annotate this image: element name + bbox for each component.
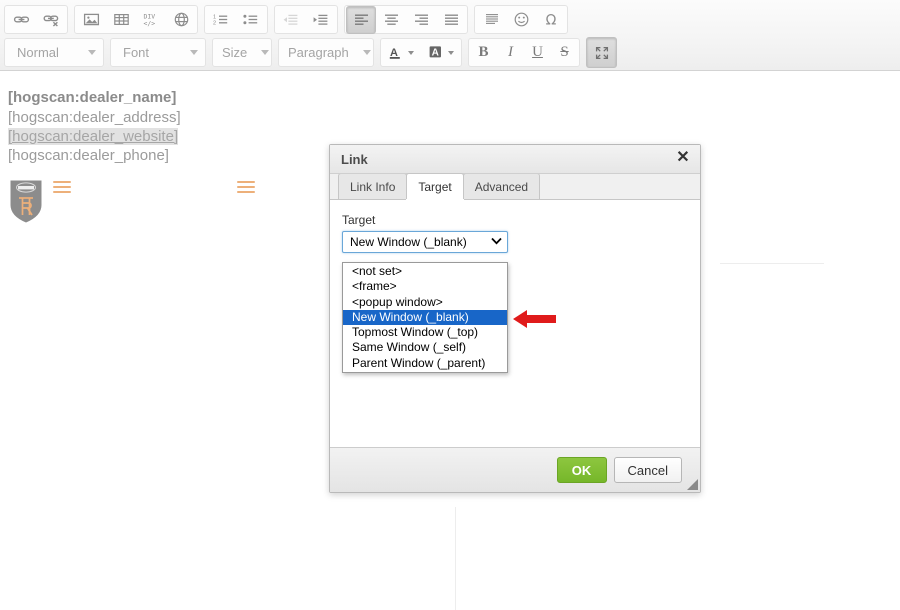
list-group: 1 2 [204,5,268,34]
size-value: Size [222,45,248,60]
target-select[interactable]: New Window (_blank) [342,231,508,253]
svg-text:A: A [431,48,438,59]
page-divider-horizontal [720,263,824,264]
dialog-tabs: Link Info Target Advanced [330,173,700,200]
hamburger-menu-icon[interactable] [237,181,255,196]
color-group: A A [380,38,462,67]
chevron-down-icon [261,50,270,55]
svg-text:</>: </> [144,19,156,27]
toolbar-row-1: DIV </> 1 2 Ω [4,4,568,35]
styles-combo[interactable]: Paragraph [278,38,374,67]
token-dealer-phone: [hogscan:dealer_phone] [8,147,169,164]
chevron-down-icon [447,50,454,55]
paragraph-format-value: Normal [17,45,59,60]
target-label: Target [342,213,376,227]
align-right-icon[interactable] [406,6,436,34]
target-select-options[interactable]: <not set> <frame> <popup window> New Win… [342,262,508,374]
bulleted-list-icon[interactable] [236,6,266,34]
token-dealer-name: [hogscan:dealer_name] [8,89,177,106]
token-dealer-address: [hogscan:dealer_address] [8,109,181,126]
dialog-title: Link [341,151,368,167]
smiley-icon[interactable] [506,6,536,34]
chevron-down-icon [491,236,502,248]
indent-group [274,5,338,34]
dialog-title-bar[interactable]: Link ✕ [330,145,700,174]
option-topmost-window[interactable]: Topmost Window (_top) [343,325,507,340]
link-group [4,5,68,34]
align-group [344,5,468,34]
italic-glyph: I [508,44,513,60]
bold-icon[interactable]: B [470,40,497,66]
align-left-icon[interactable] [346,5,376,34]
option-not-set[interactable]: <not set> [343,264,507,279]
tab-link-info[interactable]: Link Info [338,173,408,199]
option-new-window[interactable]: New Window (_blank) [343,309,507,326]
background-color-icon[interactable]: A [422,40,460,66]
underline-glyph: U [532,44,543,60]
font-combo[interactable]: Font [110,38,206,67]
ok-button[interactable]: OK [556,457,607,483]
screen-root: DIV </> 1 2 Ω Normal Font Size Paragraph… [0,0,900,610]
paragraph-format-combo[interactable]: Normal [4,38,104,67]
special-char-icon[interactable]: Ω [536,6,566,34]
dealer-shield-logo [9,179,43,224]
option-popup-window[interactable]: <popup window> [343,295,507,310]
text-color-icon[interactable]: A [382,40,420,66]
text-format-group: B I U S [468,38,580,67]
font-value: Font [123,45,150,60]
size-combo[interactable]: Size [212,38,272,67]
blockquote-icon[interactable] [476,6,506,34]
chevron-down-icon [88,50,96,55]
div-container-icon[interactable]: DIV </> [136,6,166,34]
insert-group: DIV </> [74,5,198,34]
outdent-icon[interactable] [276,6,306,34]
maximize-icon[interactable] [586,37,617,68]
tab-advanced[interactable]: Advanced [462,173,541,199]
dialog-footer: OK Cancel [330,447,700,492]
svg-text:Ω: Ω [545,12,556,28]
cancel-button[interactable]: Cancel [613,457,682,483]
hamburger-menu-icon[interactable] [53,181,71,196]
indent-icon[interactable] [306,6,336,34]
option-frame[interactable]: <frame> [343,279,507,294]
strikethrough-icon[interactable]: S [551,40,578,66]
option-same-window[interactable]: Same Window (_self) [343,340,507,355]
resize-grip[interactable] [687,479,698,490]
align-justify-icon[interactable] [436,6,466,34]
underline-icon[interactable]: U [524,40,551,66]
align-center-icon[interactable] [376,6,406,34]
bold-glyph: B [478,44,489,60]
iframe-icon[interactable] [166,6,196,34]
token-dealer-website-link[interactable]: [hogscan:dealer_website] [8,128,179,145]
chevron-down-icon [407,50,414,55]
table-icon[interactable] [106,6,136,34]
editor-toolbar: DIV </> 1 2 Ω Normal Font Size Paragraph… [0,0,900,71]
styles-value: Paragraph [288,45,349,60]
page-divider-vertical [455,507,456,610]
misc-group: Ω [474,5,568,34]
red-left-arrow-annotation [513,308,556,330]
image-icon[interactable] [76,6,106,34]
svg-text:2: 2 [213,20,216,26]
italic-icon[interactable]: I [497,40,524,66]
numbered-list-icon[interactable]: 1 2 [206,6,236,34]
link-icon[interactable] [6,6,36,34]
option-parent-window[interactable]: Parent Window (_parent) [343,356,507,371]
chevron-down-icon [362,50,371,55]
tab-target[interactable]: Target [406,173,464,199]
target-select-value: New Window (_blank) [350,235,467,249]
chevron-down-icon [190,50,198,55]
unlink-icon[interactable] [36,6,66,34]
toolbar-row-2: Normal Font Size Paragraph A A B I U S [4,37,617,68]
close-icon[interactable]: ✕ [674,149,692,167]
strikethrough-glyph: S [560,44,569,60]
